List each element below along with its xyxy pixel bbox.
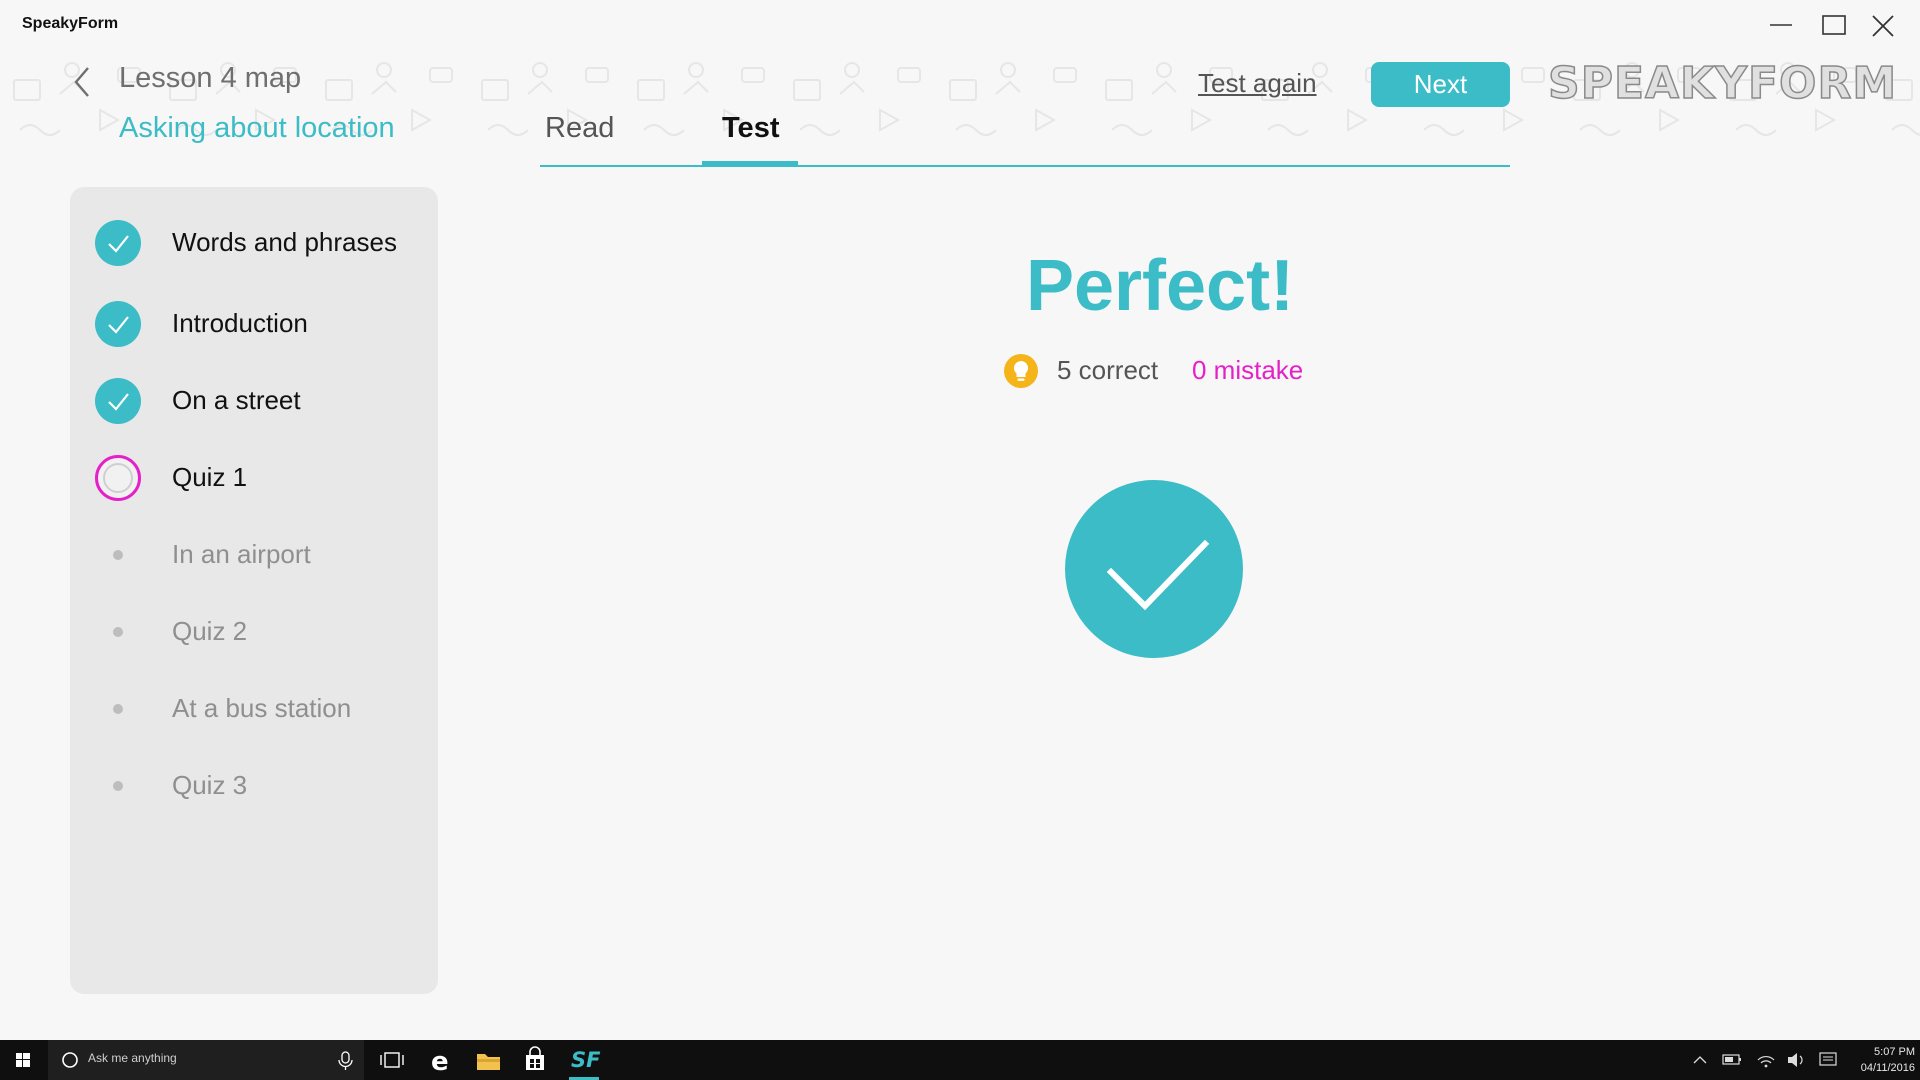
cortana-search-box[interactable]: Ask me anything: [48, 1040, 364, 1080]
volume-button[interactable]: [1783, 1040, 1809, 1080]
lightbulb-icon: [1004, 354, 1038, 388]
speakyform-taskbar-button[interactable]: SF: [561, 1040, 607, 1080]
windows-taskbar: Ask me anything e SF 5:07 PM 04/11/2016: [0, 1040, 1920, 1080]
clock-date: 04/11/2016: [1860, 1062, 1915, 1074]
clock-time: 5:07 PM: [1874, 1046, 1915, 1058]
success-check-icon: [1065, 480, 1243, 658]
close-icon: [1872, 15, 1894, 37]
minimize-icon: [1770, 24, 1792, 26]
chevron-up-icon: [1693, 1056, 1707, 1064]
locked-dot-icon: [95, 763, 141, 809]
title-bar: SpeakyForm: [0, 0, 1920, 50]
wifi-icon: [1757, 1056, 1775, 1068]
start-button[interactable]: [0, 1040, 46, 1080]
tab-read[interactable]: Read: [545, 112, 614, 145]
notification-icon: [1819, 1052, 1837, 1066]
action-center-button[interactable]: [1815, 1040, 1841, 1080]
sidebar-item-label: Quiz 3: [172, 770, 248, 800]
maximize-button[interactable]: [1807, 6, 1857, 44]
sidebar-item-quiz-2[interactable]: Quiz 2: [70, 602, 438, 662]
store-button[interactable]: [512, 1040, 558, 1080]
sidebar-item-in-an-airport[interactable]: In an airport: [70, 525, 438, 585]
active-tab-indicator: [702, 161, 798, 167]
lesson-map-sidebar: Words and phrases Introduction On a stre…: [70, 187, 438, 994]
mistake-count: 0 mistake: [1192, 355, 1304, 385]
battery-button[interactable]: [1719, 1040, 1745, 1080]
locked-dot-icon: [95, 532, 141, 578]
sidebar-item-introduction[interactable]: Introduction: [70, 294, 438, 354]
battery-icon: [1722, 1054, 1741, 1065]
task-view-icon: [380, 1052, 404, 1068]
clock[interactable]: 5:07 PM 04/11/2016: [1845, 1044, 1915, 1076]
sidebar-item-label: Quiz 2: [172, 616, 248, 646]
sidebar-item-quiz-1[interactable]: Quiz 1: [70, 448, 438, 508]
correct-count: 5 correct: [1057, 355, 1159, 385]
svg-text:e: e: [431, 1047, 449, 1077]
sidebar-item-label: Introduction: [172, 308, 308, 338]
sidebar-item-at-a-bus-station[interactable]: At a bus station: [70, 679, 438, 739]
app-title: SpeakyForm: [22, 15, 119, 32]
locked-dot-icon: [95, 609, 141, 655]
edge-browser-button[interactable]: e: [418, 1040, 464, 1080]
sidebar-item-label: In an airport: [172, 539, 311, 569]
next-button[interactable]: Next: [1371, 62, 1510, 107]
completed-check-icon: [95, 220, 141, 266]
test-again-link[interactable]: Test again: [1198, 68, 1317, 99]
speakyform-sf-icon: SF: [571, 1048, 601, 1072]
close-button[interactable]: [1857, 6, 1907, 44]
speaker-icon: [1788, 1053, 1803, 1067]
sidebar-item-label: Quiz 1: [172, 462, 248, 492]
maximize-icon: [1822, 15, 1846, 35]
lesson-title: Lesson 4 map: [119, 62, 302, 94]
tabs-divider: [540, 165, 1510, 167]
folder-icon: [477, 1054, 500, 1070]
chevron-left-icon: [74, 67, 89, 97]
sidebar-item-quiz-3[interactable]: Quiz 3: [70, 756, 438, 816]
lesson-header: Lesson 4 map Asking about location Read …: [0, 50, 1920, 168]
network-button[interactable]: [1753, 1040, 1779, 1080]
sidebar-item-label: At a bus station: [172, 693, 352, 723]
file-explorer-button[interactable]: [465, 1040, 511, 1080]
show-hidden-icons-button[interactable]: [1687, 1040, 1713, 1080]
lesson-subtitle: Asking about location: [119, 112, 395, 144]
search-placeholder: Ask me anything: [88, 1051, 177, 1065]
task-view-button[interactable]: [369, 1040, 415, 1080]
speakyform-logo: SPEAKYFORM: [1547, 57, 1898, 110]
current-step-ring-icon: [95, 455, 141, 501]
sidebar-item-words-and-phrases[interactable]: Words and phrases: [70, 213, 438, 273]
back-button[interactable]: [68, 64, 98, 100]
minimize-button[interactable]: [1755, 6, 1805, 44]
windows-logo-icon: [16, 1053, 30, 1067]
completed-check-icon: [95, 301, 141, 347]
edge-icon: e: [431, 1047, 449, 1077]
completed-check-icon: [95, 378, 141, 424]
microphone-icon[interactable]: [336, 1040, 356, 1080]
store-bag-icon: [526, 1046, 544, 1070]
score-summary: 5 correct 0 mistake: [1003, 352, 1363, 392]
sidebar-item-on-a-street[interactable]: On a street: [70, 371, 438, 431]
sidebar-item-label: Words and phrases: [172, 227, 397, 257]
sidebar-item-label: On a street: [172, 385, 301, 415]
locked-dot-icon: [95, 686, 141, 732]
tab-test[interactable]: Test: [722, 112, 779, 145]
result-title: Perfect!: [1025, 246, 1295, 326]
